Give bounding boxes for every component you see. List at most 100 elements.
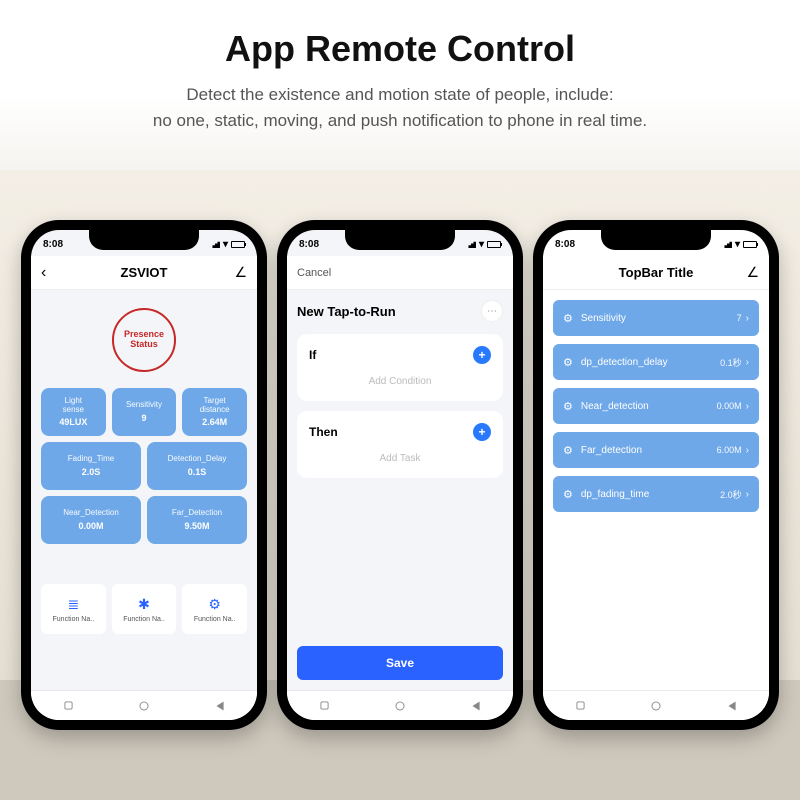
topbar-title: TopBar Title	[571, 265, 741, 280]
add-task-button[interactable]: +	[473, 423, 491, 441]
content-header: New Tap-to-Run ⋯	[297, 300, 503, 322]
battery-icon	[743, 241, 757, 248]
presence-status-circle[interactable]: Presence Status	[112, 308, 176, 372]
tile-near-detection[interactable]: Near_Detection 0.00M	[41, 496, 141, 544]
status-icons: ▾	[210, 239, 245, 250]
setting-value: 7	[737, 313, 742, 323]
setting-name: Sensitivity	[581, 313, 737, 324]
nav-home-icon[interactable]	[652, 701, 661, 710]
tile-label: Fading_Time	[68, 455, 114, 464]
edit-button[interactable]: ∠	[229, 264, 247, 281]
tiles-grid: Light sense 49LUX Sensitivity 9 Target d…	[41, 388, 247, 544]
list-icon: ≣	[67, 596, 79, 613]
tile-target-distance[interactable]: Target distance 2.64M	[182, 388, 247, 436]
status-time: 8:08	[299, 239, 319, 250]
tile-detection-delay[interactable]: Detection_Delay 0.1S	[147, 442, 247, 490]
page-subtitle: Detect the existence and motion state of…	[0, 82, 800, 133]
wifi-icon: ▾	[223, 239, 228, 250]
nav-back-icon[interactable]	[472, 701, 479, 710]
gear-icon: ⚙	[563, 400, 573, 413]
if-hint[interactable]: Add Condition	[297, 376, 503, 401]
tile-value: 2.0S	[82, 467, 101, 477]
topbar: TopBar Title ∠	[543, 256, 769, 290]
nav-recent-icon[interactable]	[577, 701, 585, 709]
edit-button[interactable]: ∠	[741, 264, 759, 281]
tile-value: 0.00M	[78, 521, 103, 531]
then-block: Then + Add Task	[297, 411, 503, 478]
setting-detection-delay[interactable]: ⚙ dp_detection_delay 0.1秒 ›	[553, 344, 759, 380]
wifi-icon: ▾	[479, 239, 484, 250]
chevron-right-icon: ›	[746, 401, 749, 412]
phone-1-screen: 8:08 ▾ ‹ ZSVIOT ∠ Presence Status Ligh	[31, 230, 257, 720]
chevron-right-icon: ›	[746, 357, 749, 368]
heading-area: App Remote Control Detect the existence …	[0, 0, 800, 133]
subtitle-line-2: no one, static, moving, and push notific…	[153, 111, 647, 130]
tile-label: Target distance	[200, 397, 230, 415]
battery-icon	[231, 241, 245, 248]
tile-label: Near_Detection	[63, 509, 119, 518]
nav-home-icon[interactable]	[396, 701, 405, 710]
presence-wrap: Presence Status	[41, 298, 247, 388]
chevron-right-icon: ›	[746, 445, 749, 456]
save-button[interactable]: Save	[297, 646, 503, 680]
nav-recent-icon[interactable]	[321, 701, 329, 709]
setting-sensitivity[interactable]: ⚙ Sensitivity 7 ›	[553, 300, 759, 336]
more-button[interactable]: ⋯	[481, 300, 503, 322]
setting-near-detection[interactable]: ⚙ Near_detection 0.00M ›	[553, 388, 759, 424]
page-title: App Remote Control	[0, 28, 800, 70]
tile-value: 2.64M	[202, 417, 227, 427]
chevron-right-icon: ›	[746, 313, 749, 324]
phone-2-screen: 8:08 ▾ Cancel New Tap-to-Run ⋯ If	[287, 230, 513, 720]
phones-row: 8:08 ▾ ‹ ZSVIOT ∠ Presence Status Ligh	[0, 220, 800, 730]
gear-icon: ⚙	[563, 444, 573, 457]
tile-value: 9.50M	[184, 521, 209, 531]
tile-sensitivity[interactable]: Sensitivity 9	[112, 388, 177, 436]
signal-icon	[722, 241, 732, 248]
tile-far-detection[interactable]: Far_Detection 9.50M	[147, 496, 247, 544]
tile-label: Detection_Delay	[168, 455, 227, 464]
add-condition-button[interactable]: +	[473, 346, 491, 364]
snow-icon: ✱	[138, 596, 150, 613]
nav-home-icon[interactable]	[140, 701, 149, 710]
chevron-right-icon: ›	[746, 489, 749, 500]
battery-icon	[487, 241, 501, 248]
function-button-3[interactable]: ⚙ Function Na..	[182, 584, 247, 634]
tile-label: Far_Detection	[172, 509, 222, 518]
setting-far-detection[interactable]: ⚙ Far_detection 6.00M ›	[553, 432, 759, 468]
tile-light-sense[interactable]: Light sense 49LUX	[41, 388, 106, 436]
setting-name: Far_detection	[581, 445, 717, 456]
android-nav	[31, 690, 257, 720]
setting-fading-time[interactable]: ⚙ dp_fading_time 2.0秒 ›	[553, 476, 759, 512]
status-icons: ▾	[466, 239, 501, 250]
nav-recent-icon[interactable]	[65, 701, 73, 709]
function-button-2[interactable]: ✱ Function Na..	[112, 584, 177, 634]
subtitle-line-1: Detect the existence and motion state of…	[186, 85, 613, 104]
function-label: Function Na..	[123, 616, 165, 623]
tile-fading-time[interactable]: Fading_Time 2.0S	[41, 442, 141, 490]
nav-back-icon[interactable]	[216, 701, 223, 710]
nav-back-icon[interactable]	[728, 701, 735, 710]
notch	[601, 230, 711, 250]
then-hint[interactable]: Add Task	[297, 453, 503, 478]
android-nav	[543, 690, 769, 720]
signal-icon	[466, 241, 476, 248]
back-button[interactable]: ‹	[41, 264, 59, 282]
setting-value: 0.00M	[717, 401, 742, 411]
phone-3-frame: 8:08 ▾ TopBar Title ∠ ⚙ Sensitivity 7 ›	[533, 220, 779, 730]
if-block: If + Add Condition	[297, 334, 503, 401]
cancel-button[interactable]: Cancel	[297, 267, 331, 279]
function-button-1[interactable]: ≣ Function Na..	[41, 584, 106, 634]
phone2-content: New Tap-to-Run ⋯ If + Add Condition Then…	[287, 290, 513, 690]
phone-3-screen: 8:08 ▾ TopBar Title ∠ ⚙ Sensitivity 7 ›	[543, 230, 769, 720]
tile-value: 9	[141, 413, 146, 423]
android-nav	[287, 690, 513, 720]
if-row: If +	[297, 334, 503, 376]
status-time: 8:08	[43, 239, 63, 250]
notch	[89, 230, 199, 250]
function-label: Function Na..	[53, 616, 95, 623]
gear-icon: ⚙	[563, 356, 573, 369]
tile-label: Light sense	[63, 397, 84, 415]
setting-name: Near_detection	[581, 401, 717, 412]
tile-value: 49LUX	[59, 417, 87, 427]
notch	[345, 230, 455, 250]
